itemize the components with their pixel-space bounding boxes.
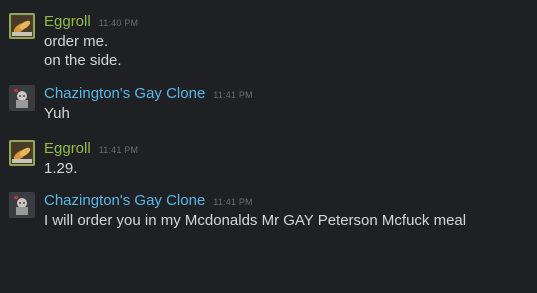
clone-avatar[interactable] [9, 85, 35, 111]
eggroll-food-avatar-icon [11, 15, 33, 37]
chat-message: Chazington's Gay Clone 11:41 PM Yuh [0, 84, 537, 123]
clone-avatar[interactable] [9, 192, 35, 218]
message-text: 1.29. [44, 160, 78, 177]
chat-log: Eggroll 11:40 PM order me. on the side. … [0, 0, 537, 293]
eggroll-food-avatar-icon [11, 142, 33, 164]
clone-avatar-icon [10, 193, 34, 217]
author-name[interactable]: Chazington's Gay Clone [44, 84, 205, 104]
message-text: Yuh [44, 105, 70, 122]
timestamp: 11:41 PM [98, 145, 139, 155]
clone-avatar-icon [10, 86, 34, 110]
timestamp: 11:40 PM [98, 18, 139, 28]
message-text: on the side. [44, 52, 122, 69]
author-name[interactable]: Eggroll [44, 12, 91, 32]
message-text: order me. [44, 33, 109, 50]
eggroll-avatar[interactable] [9, 13, 35, 39]
timestamp: 11:41 PM [213, 90, 253, 100]
author-name[interactable]: Chazington's Gay Clone [44, 191, 205, 211]
author-name[interactable]: Eggroll [44, 139, 91, 159]
message-text: I will order you in my Mcdonalds Mr GAY … [44, 212, 467, 229]
chat-message: Chazington's Gay Clone 11:41 PM I will o… [0, 191, 537, 230]
chat-message: Eggroll 11:41 PM 1.29. [0, 139, 537, 178]
chat-message: Eggroll 11:40 PM order me. on the side. [0, 12, 537, 70]
timestamp: 11:41 PM [213, 197, 253, 207]
eggroll-avatar[interactable] [9, 140, 35, 166]
